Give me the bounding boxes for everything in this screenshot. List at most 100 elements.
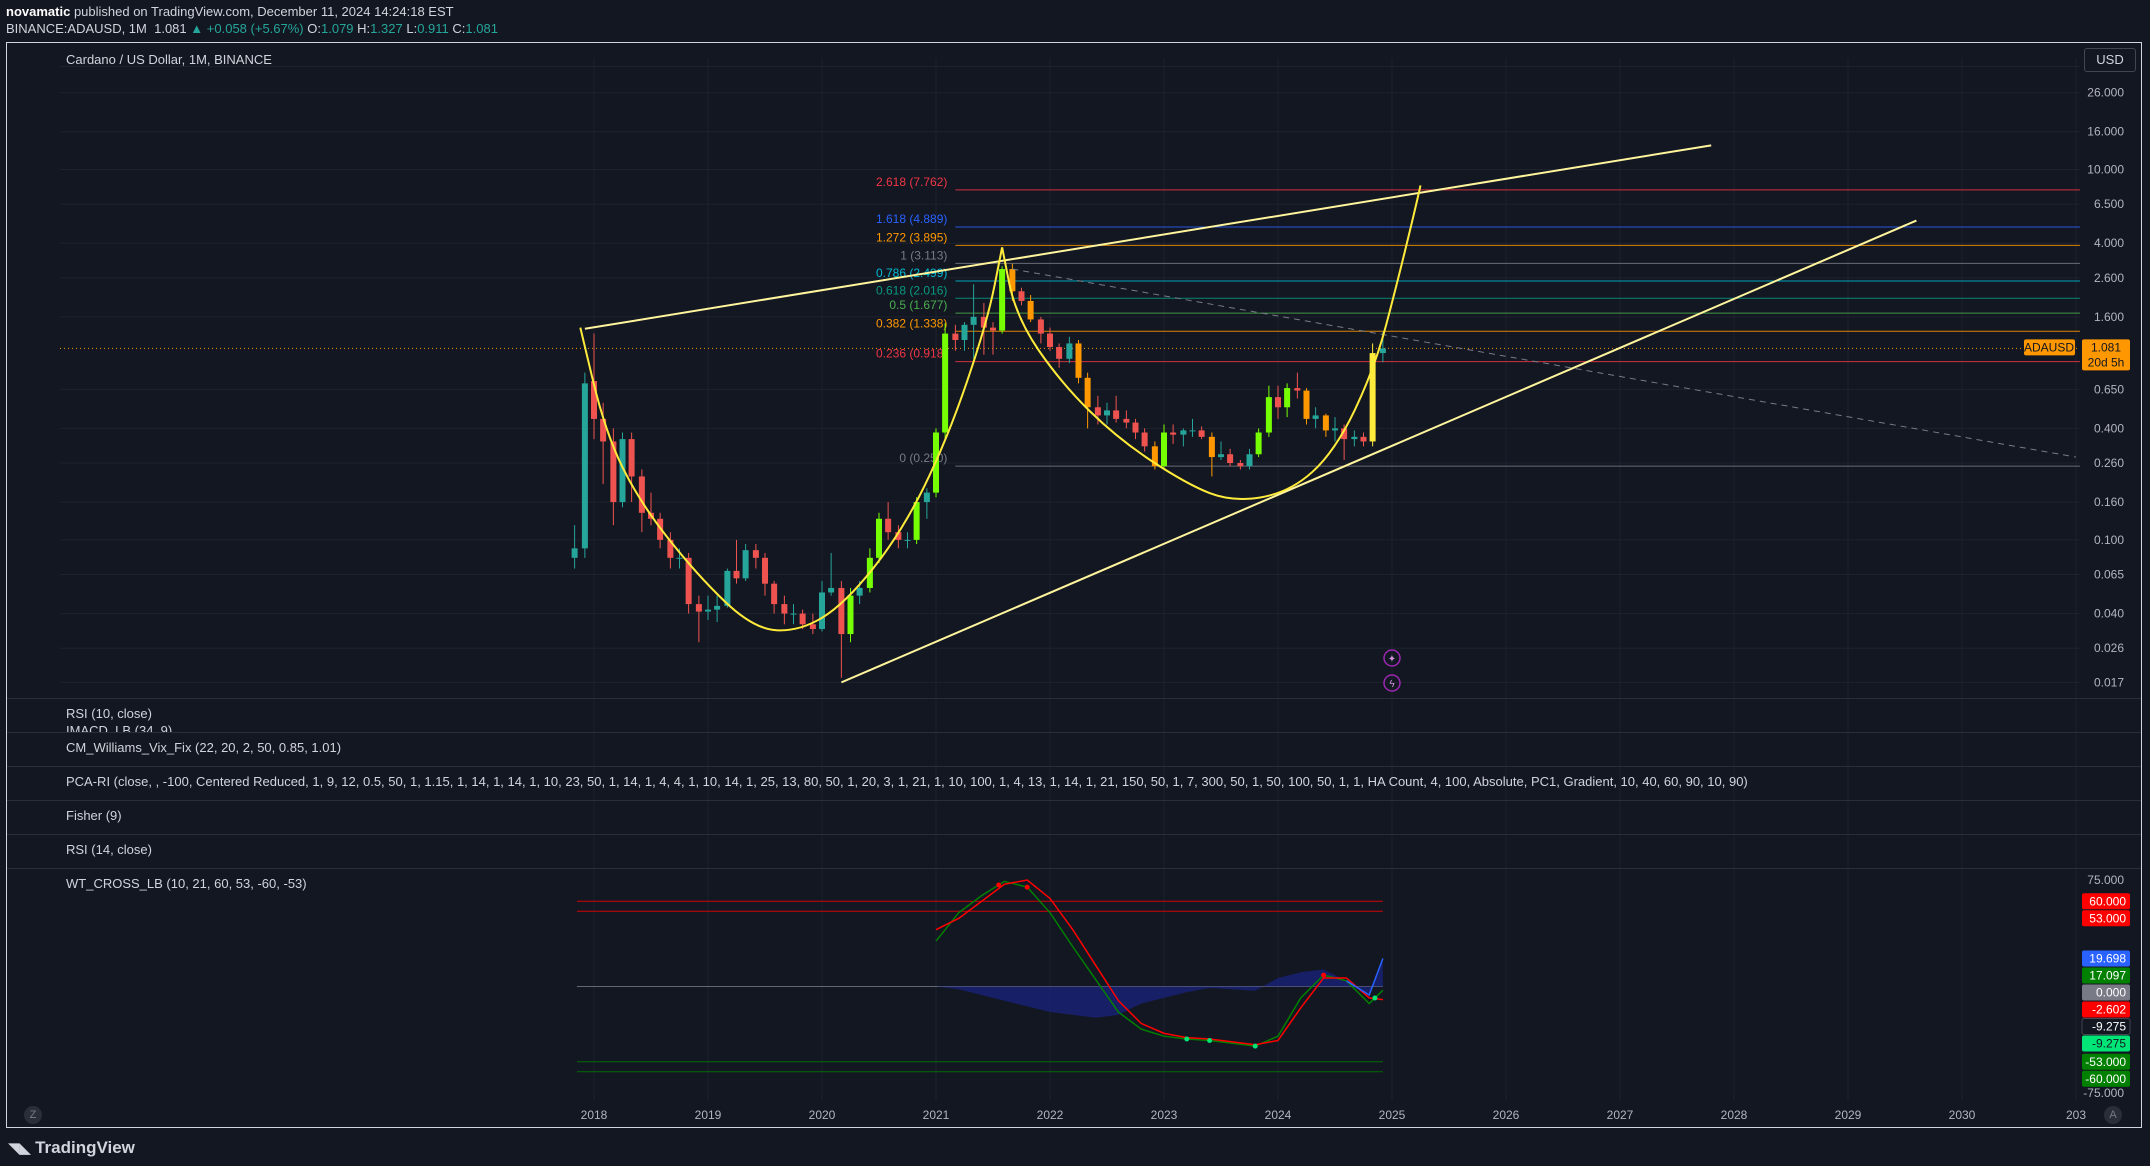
candle-body: [1037, 319, 1044, 334]
fib-level-label: 0.5 (1.677): [889, 298, 947, 312]
indicator-rsi14[interactable]: RSI (14, close): [66, 842, 152, 857]
candle-body: [581, 383, 588, 549]
trendline: [584, 144, 1712, 330]
candle-body: [733, 570, 740, 579]
wt-axis-label: -75.000: [2083, 1086, 2124, 1100]
candle-body: [1237, 463, 1244, 467]
chart-canvas[interactable]: 2.618 (7.762) 1.618 (4.889) 1.272 (3.895) 1…: [0, 0, 2150, 1166]
price-axis-label: 1.600: [2094, 310, 2124, 324]
candle-body: [1104, 410, 1110, 416]
candle-body: [1066, 343, 1073, 359]
auto-scale-button[interactable]: A: [2104, 1106, 2122, 1124]
countdown-tag: 20d 5h: [2088, 355, 2125, 369]
wt-cross-marker: [1207, 1037, 1213, 1043]
candle-body: [742, 550, 749, 579]
candle-body: [1180, 430, 1187, 435]
wt-value-tag: -9.275: [2092, 1037, 2126, 1051]
indicator-wt-cross[interactable]: WT_CROSS_LB (10, 21, 60, 53, -60, -53): [66, 876, 307, 891]
price-axis-label: 10.000: [2087, 162, 2124, 176]
price-axis-label: 6.500: [2094, 197, 2124, 211]
candle-body: [628, 439, 635, 477]
wt-axis-label: 75.000: [2087, 873, 2124, 887]
candle-body: [695, 604, 702, 612]
symbol-tag: ADAUSD: [2024, 340, 2074, 354]
candle-body: [1294, 388, 1301, 391]
wt-value-tag: 60.000: [2089, 894, 2126, 908]
fib-level-label: 0.618 (2.016): [876, 283, 947, 297]
indicator-williams-vix[interactable]: CM_Williams_Vix_Fix (22, 20, 2, 50, 0.85…: [66, 740, 341, 755]
candle-body: [952, 333, 959, 341]
indicator-fisher[interactable]: Fisher (9): [66, 808, 122, 823]
lightning-icon: ϟ: [1389, 679, 1395, 690]
candle-body: [790, 613, 797, 615]
candle-body: [1198, 430, 1205, 437]
fib-level-label: 2.618 (7.762): [876, 175, 947, 189]
time-axis-label: 2020: [809, 1108, 836, 1122]
fib-level-label: 1 (3.113): [900, 248, 947, 262]
candle-body: [819, 592, 825, 630]
time-axis-label: 203: [2066, 1108, 2086, 1122]
candle-body: [1303, 390, 1310, 419]
time-axis-label: 2026: [1493, 1108, 1520, 1122]
candle-body: [1161, 432, 1167, 467]
candle-body: [885, 518, 892, 533]
pane-divider: [7, 834, 2141, 835]
candle-body: [762, 557, 768, 584]
tradingview-mark-icon: ◥◣: [8, 1140, 32, 1157]
candle-body: [1047, 333, 1053, 348]
candle-body: [1265, 397, 1272, 433]
price-axis-label: 0.065: [2094, 568, 2124, 582]
candle-body: [961, 324, 968, 341]
candle-body: [1141, 432, 1148, 447]
candle-body: [676, 557, 683, 559]
candle-body: [838, 587, 845, 635]
time-axis-label: 2018: [581, 1108, 608, 1122]
fib-level-label: 1.272 (3.895): [876, 230, 947, 244]
candle-body: [876, 518, 882, 558]
wt-value-tag: -2.602: [2092, 1003, 2126, 1017]
price-axis-label: 0.160: [2094, 495, 2124, 509]
price-axis-label: 16.000: [2087, 125, 2124, 139]
indicator-pca-ri[interactable]: PCA-RI (close, , -100, Centered Reduced,…: [66, 774, 1748, 789]
indicator-imacd[interactable]: IMACD_LB (34, 9): [66, 723, 172, 732]
tradingview-logo: ◥◣ TradingView: [8, 1138, 135, 1158]
time-axis-label: 2024: [1265, 1108, 1292, 1122]
pane-divider: [7, 732, 2141, 733]
candle-body: [1332, 428, 1338, 431]
price-axis-label: 26.000: [2087, 86, 2124, 100]
price-axis-label: 0.400: [2094, 421, 2124, 435]
price-axis-label: 0.100: [2094, 533, 2124, 547]
candle-body: [1208, 436, 1215, 458]
price-axis-label: 0.650: [2094, 382, 2124, 396]
time-axis-label: 2019: [695, 1108, 722, 1122]
time-axis-label: 2027: [1607, 1108, 1634, 1122]
currency-button[interactable]: USD: [2084, 48, 2136, 72]
candle-body: [856, 587, 863, 596]
candle-body: [1123, 418, 1130, 423]
sparkle-icon: ✦: [1388, 654, 1396, 665]
candle-body: [781, 604, 788, 614]
candle-body: [904, 539, 911, 541]
price-axis-label: 0.026: [2094, 641, 2124, 655]
wt-cross-marker: [1252, 1043, 1258, 1049]
candle-body: [1170, 432, 1177, 435]
wt-value-tag: 19.698: [2089, 952, 2126, 966]
candle-body: [1351, 436, 1358, 440]
candle-body: [1056, 347, 1063, 359]
zoom-reset-button[interactable]: Z: [24, 1106, 42, 1124]
time-axis-label: 2029: [1835, 1108, 1862, 1122]
wt-cross-marker: [1184, 1036, 1190, 1042]
candle-body: [1132, 422, 1139, 433]
candle-body: [771, 583, 778, 605]
candle-body: [1227, 454, 1234, 464]
candle-body: [1312, 415, 1319, 419]
candle-body: [1379, 348, 1386, 354]
candle-body: [970, 316, 977, 325]
wt-value-tag: 17.097: [2089, 969, 2126, 983]
candle-body: [1018, 291, 1025, 301]
last-price-tag: 1.081: [2091, 340, 2121, 354]
time-axis-label: 2021: [923, 1108, 950, 1122]
price-axis-label: 0.260: [2094, 456, 2124, 470]
price-axis-label: 2.600: [2094, 271, 2124, 285]
indicator-rsi10[interactable]: RSI (10, close): [66, 706, 152, 721]
